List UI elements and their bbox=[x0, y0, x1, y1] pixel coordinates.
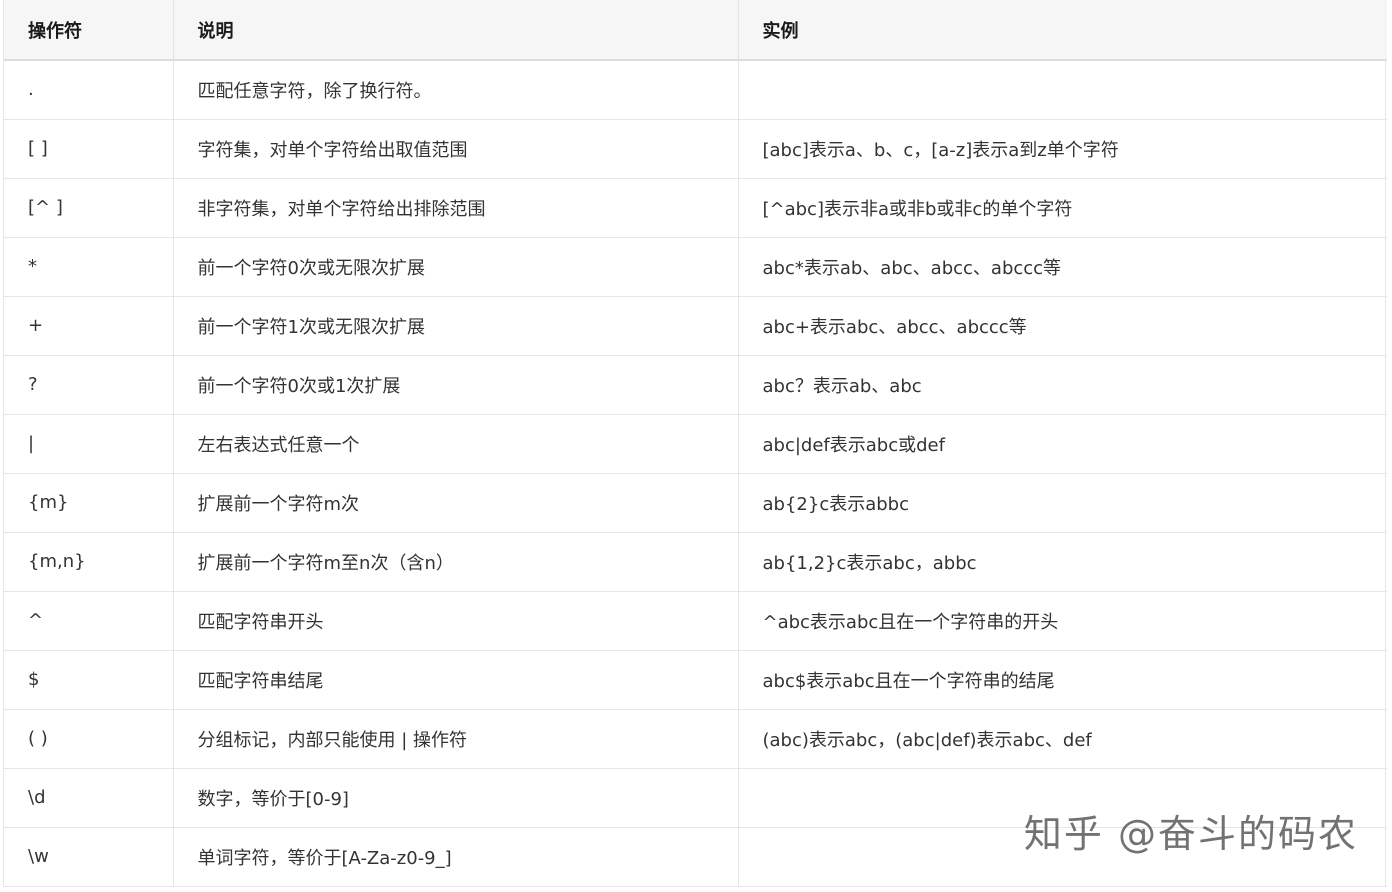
description-cell: 匹配字符串结尾 bbox=[172, 650, 738, 710]
example-cell bbox=[737, 827, 1387, 887]
operator-cell: ? bbox=[4, 355, 173, 415]
description-cell: 匹配字符串开头 bbox=[172, 591, 738, 651]
operator-cell: $ bbox=[4, 650, 173, 710]
example-cell: abc|def表示abc或def bbox=[737, 414, 1387, 474]
operator-cell: ( ) bbox=[4, 709, 173, 769]
description-cell: 前一个字符0次或无限次扩展 bbox=[172, 237, 738, 297]
operator-cell: * bbox=[4, 237, 173, 297]
description-cell: 非字符集，对单个字符给出排除范围 bbox=[172, 178, 738, 238]
table-row: [^ ] 非字符集，对单个字符给出排除范围 [^abc]表示非a或非b或非c的单个字… bbox=[4, 178, 1387, 238]
table-row: {m,n} 扩展前一个字符m至n次（含n） ab{1,2}c表示abc，abbc bbox=[4, 532, 1387, 592]
description-cell: 单词字符，等价于[A-Za-z0-9_] bbox=[172, 827, 738, 887]
table-header: 操作符 说明 实例 bbox=[4, 0, 1387, 61]
table-row: \d 数字，等价于[0-9] bbox=[4, 768, 1387, 828]
table-row: | 左右表达式任意一个 abc|def表示abc或def bbox=[4, 414, 1387, 474]
header-row: 操作符 说明 实例 bbox=[4, 0, 1387, 61]
description-cell: 分组标记，内部只能使用 | 操作符 bbox=[172, 709, 738, 769]
operator-cell: \w bbox=[4, 827, 173, 887]
table-row: ? 前一个字符0次或1次扩展 abc？表示ab、abc bbox=[4, 355, 1387, 415]
header-operator: 操作符 bbox=[4, 0, 173, 61]
operator-cell: {m} bbox=[4, 473, 173, 533]
operator-cell: | bbox=[4, 414, 173, 474]
description-cell: 匹配任意字符，除了换行符。 bbox=[172, 60, 738, 120]
operator-cell: . bbox=[4, 60, 173, 120]
regex-operator-table: 操作符 说明 实例 . 匹配任意字符，除了换行符。[ ] 字符集，对单个字符给出取值… bbox=[4, 0, 1387, 887]
operator-cell: + bbox=[4, 296, 173, 356]
example-cell: abc$表示abc且在一个字符串的结尾 bbox=[737, 650, 1387, 710]
operator-cell: ^ bbox=[4, 591, 173, 651]
description-cell: 左右表达式任意一个 bbox=[172, 414, 738, 474]
header-description: 说明 bbox=[172, 0, 738, 61]
operator-cell: \d bbox=[4, 768, 173, 828]
table-row: $ 匹配字符串结尾 abc$表示abc且在一个字符串的结尾 bbox=[4, 650, 1387, 710]
example-cell: ab{1,2}c表示abc，abbc bbox=[737, 532, 1387, 592]
operator-cell: [^ ] bbox=[4, 178, 173, 238]
operator-cell: {m,n} bbox=[4, 532, 173, 592]
example-cell bbox=[737, 60, 1387, 120]
table-row: \w 单词字符，等价于[A-Za-z0-9_] bbox=[4, 827, 1387, 887]
example-cell bbox=[737, 768, 1387, 828]
table-row: * 前一个字符0次或无限次扩展 abc*表示ab、abc、abcc、abccc等 bbox=[4, 237, 1387, 297]
description-cell: 字符集，对单个字符给出取值范围 bbox=[172, 119, 738, 179]
description-cell: 数字，等价于[0-9] bbox=[172, 768, 738, 828]
table-body: . 匹配任意字符，除了换行符。[ ] 字符集，对单个字符给出取值范围 [abc]表示a… bbox=[4, 60, 1387, 887]
header-example: 实例 bbox=[737, 0, 1387, 61]
example-cell: abc？表示ab、abc bbox=[737, 355, 1387, 415]
operator-cell: [ ] bbox=[4, 119, 173, 179]
example-cell: ^abc表示abc且在一个字符串的开头 bbox=[737, 591, 1387, 651]
table-row: {m} 扩展前一个字符m次 ab{2}c表示abbc bbox=[4, 473, 1387, 533]
description-cell: 前一个字符1次或无限次扩展 bbox=[172, 296, 738, 356]
table-row: + 前一个字符1次或无限次扩展 abc+表示abc、abcc、abccc等 bbox=[4, 296, 1387, 356]
description-cell: 前一个字符0次或1次扩展 bbox=[172, 355, 738, 415]
example-cell: ab{2}c表示abbc bbox=[737, 473, 1387, 533]
table-row: . 匹配任意字符，除了换行符。 bbox=[4, 60, 1387, 120]
example-cell: [^abc]表示非a或非b或非c的单个字符 bbox=[737, 178, 1387, 238]
regex-operator-table-wrapper: 操作符 说明 实例 . 匹配任意字符，除了换行符。[ ] 字符集，对单个字符给出取值… bbox=[3, 0, 1387, 887]
description-cell: 扩展前一个字符m至n次（含n） bbox=[172, 532, 738, 592]
table-row: [ ] 字符集，对单个字符给出取值范围 [abc]表示a、b、c，[a-z]表示a到… bbox=[4, 119, 1387, 179]
table-row: ^ 匹配字符串开头 ^abc表示abc且在一个字符串的开头 bbox=[4, 591, 1387, 651]
example-cell: [abc]表示a、b、c，[a-z]表示a到z单个字符 bbox=[737, 119, 1387, 179]
example-cell: abc*表示ab、abc、abcc、abccc等 bbox=[737, 237, 1387, 297]
example-cell: (abc)表示abc，(abc|def)表示abc、def bbox=[737, 709, 1387, 769]
table-row: ( ) 分组标记，内部只能使用 | 操作符 (abc)表示abc，(abc|def)… bbox=[4, 709, 1387, 769]
description-cell: 扩展前一个字符m次 bbox=[172, 473, 738, 533]
example-cell: abc+表示abc、abcc、abccc等 bbox=[737, 296, 1387, 356]
